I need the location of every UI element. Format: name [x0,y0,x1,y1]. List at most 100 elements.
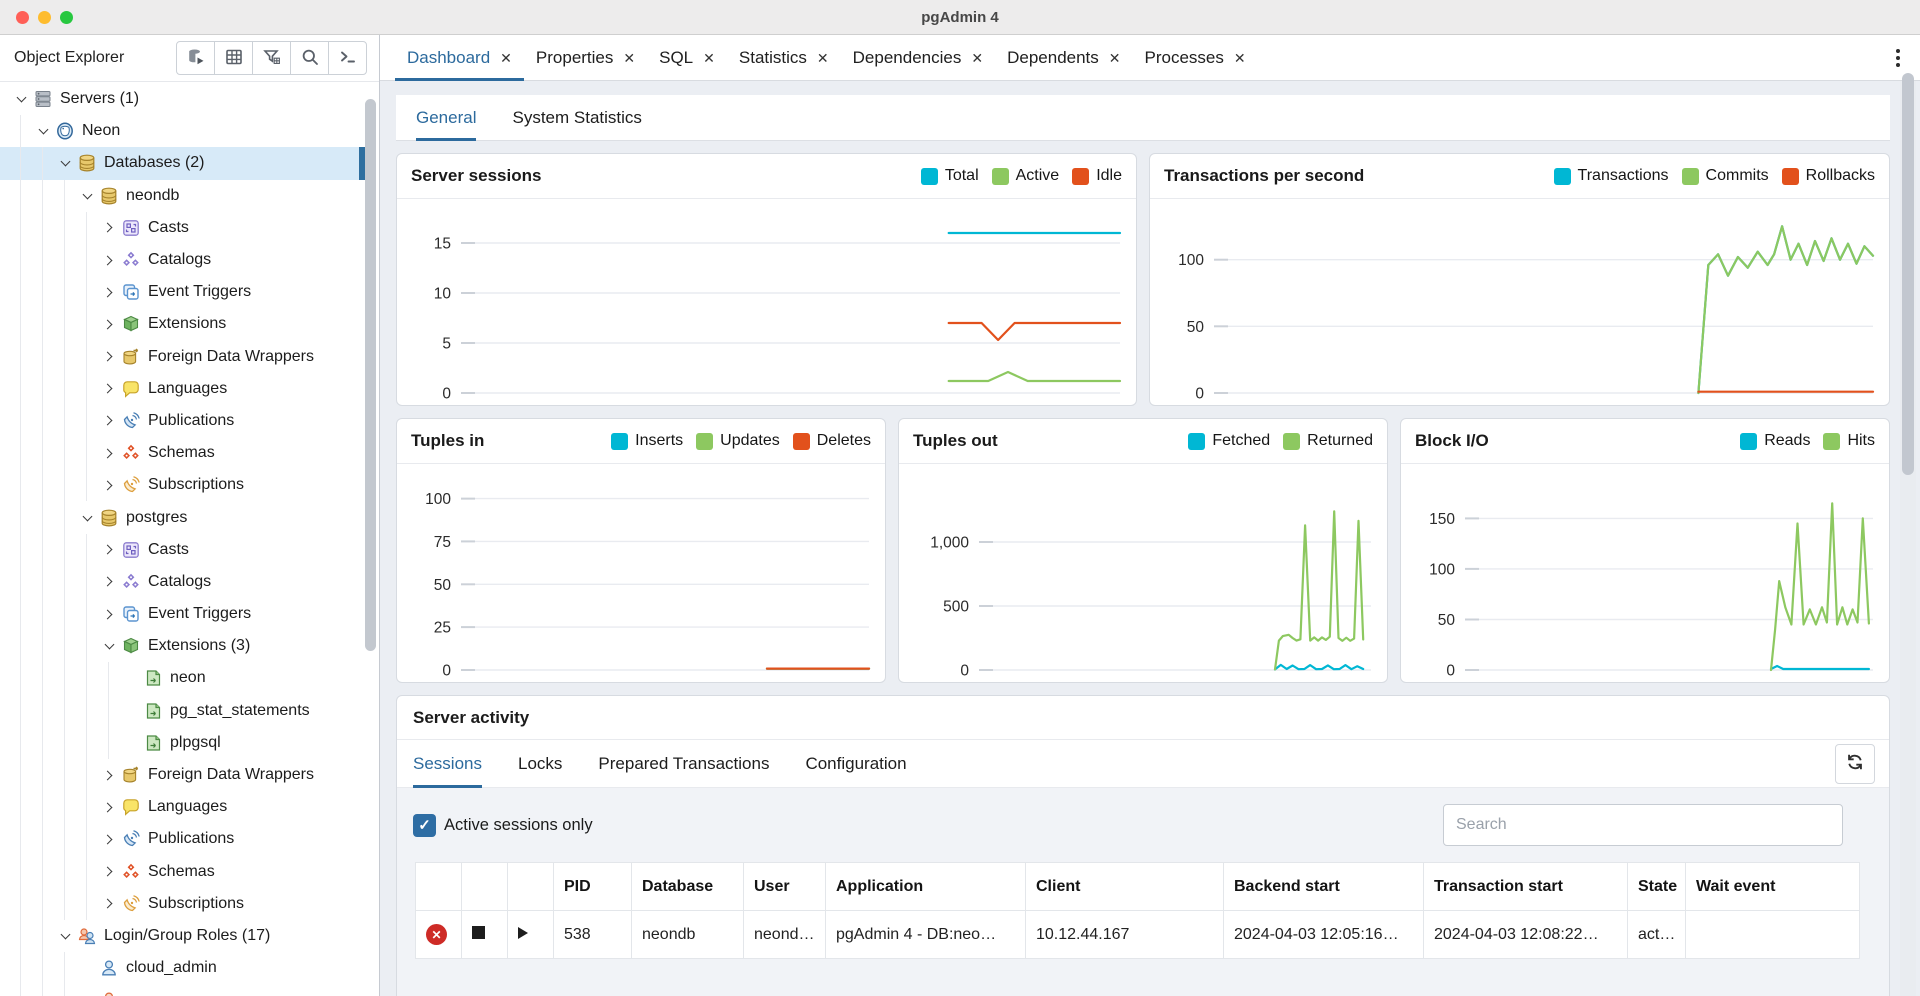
sidebar-scrollbar[interactable] [365,99,376,651]
tab-processes[interactable]: Processes✕ [1133,35,1258,80]
tree-item-neondb[interactable]: neondb [0,180,366,212]
column-header-wait-event[interactable]: Wait event [1686,863,1860,911]
cell-expand-row[interactable] [508,911,554,959]
expander-right-icon[interactable] [100,385,118,392]
tab-dependencies[interactable]: Dependencies✕ [841,35,995,80]
tab-sql[interactable]: SQL✕ [647,35,727,80]
tree-item-publications[interactable]: Publications [0,405,366,437]
expander-right-icon[interactable] [100,868,118,875]
tree-item-schemas[interactable]: Schemas [0,437,366,469]
legend-item-returned[interactable]: Returned [1283,432,1373,450]
close-tab-icon[interactable]: ✕ [1234,51,1246,65]
tab-dashboard[interactable]: Dashboard✕ [395,35,524,80]
zoom-button[interactable] [60,11,73,24]
legend-item-active[interactable]: Active [992,167,1060,185]
expander-right-icon[interactable] [100,321,118,328]
expander-right-icon[interactable] [100,353,118,360]
tree-item-languages[interactable]: Languages [0,791,366,823]
tree-item-partial[interactable] [0,984,366,996]
tree-item-casts[interactable]: Casts [0,212,366,244]
tree-item-subscriptions[interactable]: Subscriptions [0,888,366,920]
tree-item-neon[interactable]: neon [0,662,366,694]
column-header-icon-1[interactable] [462,863,508,911]
close-tab-icon[interactable]: ✕ [1109,51,1121,65]
subtab-general[interactable]: General [416,95,476,140]
close-button[interactable] [16,11,29,24]
activity-tab-sessions[interactable]: Sessions [413,740,482,787]
minimize-button[interactable] [38,11,51,24]
column-header-pid[interactable]: PID [554,863,632,911]
expander-down-icon[interactable] [56,934,74,938]
table-view-button[interactable] [214,41,253,75]
tree-item-subscriptions[interactable]: Subscriptions [0,469,366,501]
legend-item-inserts[interactable]: Inserts [611,432,683,450]
expander-right-icon[interactable] [100,417,118,424]
tree-item-catalogs[interactable]: Catalogs [0,566,366,598]
legend-item-updates[interactable]: Updates [696,432,780,450]
terminal-button[interactable] [328,41,367,75]
cell-terminate-session[interactable]: ✕ [416,911,462,959]
legend-item-total[interactable]: Total [921,167,979,185]
activity-tab-locks[interactable]: Locks [518,740,562,787]
search-input[interactable] [1443,804,1843,846]
legend-item-deletes[interactable]: Deletes [793,432,871,450]
expander-down-icon[interactable] [34,129,52,133]
expander-down-icon[interactable] [12,97,30,101]
legend-item-transactions[interactable]: Transactions [1554,167,1669,185]
tree-item-event-triggers[interactable]: Event Triggers [0,276,366,308]
legend-item-hits[interactable]: Hits [1823,432,1875,450]
legend-item-idle[interactable]: Idle [1072,167,1122,185]
tree-item-languages[interactable]: Languages [0,373,366,405]
expander-right-icon[interactable] [100,224,118,231]
tree-item-casts[interactable]: Casts [0,534,366,566]
column-header-icon-0[interactable] [416,863,462,911]
legend-item-fetched[interactable]: Fetched [1188,432,1270,450]
column-header-icon-2[interactable] [508,863,554,911]
main-scrollbar[interactable] [1902,73,1914,475]
close-tab-icon[interactable]: ✕ [623,51,635,65]
expander-down-icon[interactable] [56,161,74,165]
tree-item-catalogs[interactable]: Catalogs [0,244,366,276]
expander-right-icon[interactable] [100,611,118,618]
active-sessions-checkbox[interactable]: ✓ Active sessions only [413,814,593,837]
legend-item-commits[interactable]: Commits [1682,167,1769,185]
column-header-client[interactable]: Client [1026,863,1224,911]
expander-down-icon[interactable] [78,516,96,520]
column-header-application[interactable]: Application [826,863,1026,911]
tree-item-databases-2[interactable]: Databases (2) [0,147,366,179]
expander-down-icon[interactable] [100,644,118,648]
tab-properties[interactable]: Properties✕ [524,35,647,80]
column-header-state[interactable]: State [1628,863,1686,911]
tree-item-servers-1[interactable]: Servers (1) [0,83,366,115]
more-menu-icon[interactable] [1892,45,1904,71]
filter-button[interactable] [252,41,291,75]
cell-cancel-query[interactable] [462,911,508,959]
expander-right-icon[interactable] [100,900,118,907]
expander-right-icon[interactable] [100,804,118,811]
tree-item-cloud-admin[interactable]: cloud_admin [0,952,366,984]
expander-right-icon[interactable] [100,450,118,457]
activity-tab-prepared-transactions[interactable]: Prepared Transactions [598,740,769,787]
column-header-transaction-start[interactable]: Transaction start [1424,863,1628,911]
tree-item-pg-stat-statements[interactable]: pg_stat_statements [0,695,366,727]
expander-right-icon[interactable] [100,257,118,264]
close-tab-icon[interactable]: ✕ [817,51,829,65]
column-header-backend-start[interactable]: Backend start [1224,863,1424,911]
close-tab-icon[interactable]: ✕ [971,51,983,65]
expander-right-icon[interactable] [100,772,118,779]
expander-down-icon[interactable] [78,194,96,198]
tree-item-foreign-data-wrappers[interactable]: Foreign Data Wrappers [0,759,366,791]
column-header-database[interactable]: Database [632,863,744,911]
tree-item-extensions-3[interactable]: Extensions (3) [0,630,366,662]
legend-item-reads[interactable]: Reads [1740,432,1810,450]
close-tab-icon[interactable]: ✕ [703,51,715,65]
tab-statistics[interactable]: Statistics✕ [727,35,841,80]
expander-right-icon[interactable] [100,482,118,489]
column-header-user[interactable]: User [744,863,826,911]
tree-item-event-triggers[interactable]: Event Triggers [0,598,366,630]
expander-right-icon[interactable] [100,289,118,296]
tree-item-neon[interactable]: Neon [0,115,366,147]
legend-item-rollbacks[interactable]: Rollbacks [1782,167,1875,185]
expander-right-icon[interactable] [100,836,118,843]
expander-right-icon[interactable] [100,578,118,585]
